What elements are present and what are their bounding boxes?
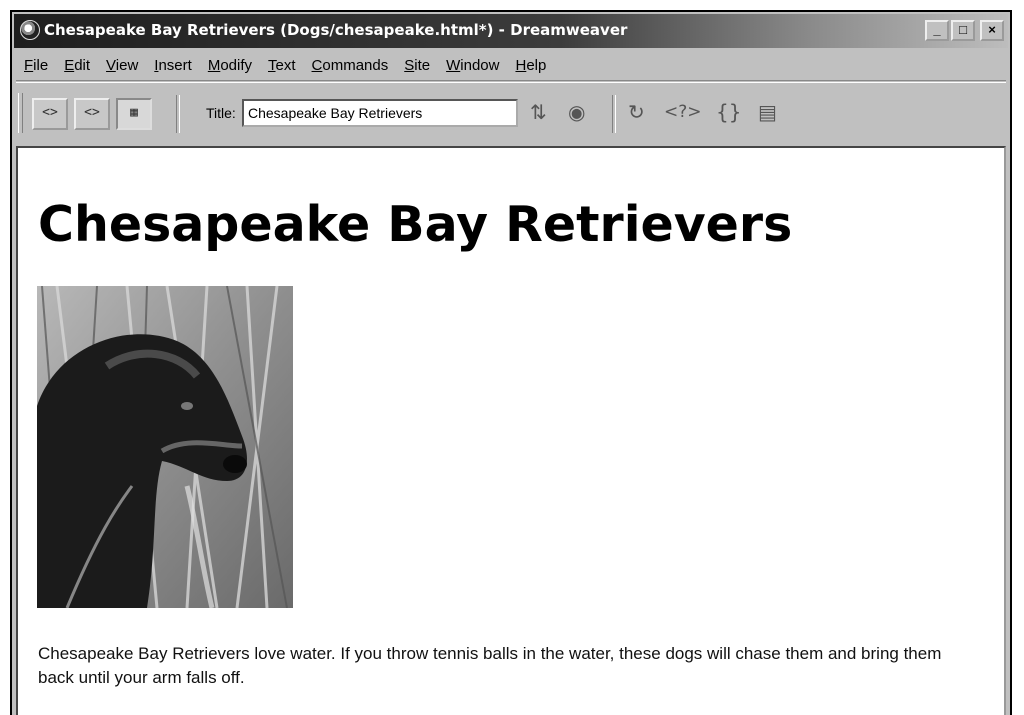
menu-item-help[interactable]: Help xyxy=(507,57,554,74)
menu-label: indow xyxy=(460,56,500,74)
menu-accelerator: M xyxy=(207,56,221,74)
menu-accelerator: C xyxy=(311,56,323,74)
title-label: Title: xyxy=(206,105,236,121)
menu-accelerator: W xyxy=(446,56,461,74)
menu-label: iew xyxy=(115,56,139,74)
toolbar-separator xyxy=(612,95,616,133)
page-paragraph: Chesapeake Bay Retrievers love water. If… xyxy=(38,644,942,687)
close-button[interactable]: × xyxy=(980,20,1004,41)
menu-accelerator: E xyxy=(64,56,75,74)
preview-in-browser-icon[interactable]: ◉ xyxy=(568,101,585,123)
menu-accelerator: F xyxy=(24,56,34,74)
menu-accelerator: S xyxy=(404,56,415,74)
document-toolbar: <> <> ▦ Title: ⇅ ◉ ↻ <?> {} ▤ xyxy=(16,82,1006,143)
menu-label: elp xyxy=(526,56,547,74)
window-controls: _ □ × xyxy=(925,20,1004,41)
page-heading: Chesapeake Bay Retrievers xyxy=(38,196,793,253)
menu-label: ommands xyxy=(322,56,389,74)
title-bar[interactable]: Chesapeake Bay Retrievers (Dogs/chesapea… xyxy=(14,14,1008,48)
dreamweaver-app-icon[interactable] xyxy=(20,20,40,40)
minimize-button[interactable]: _ xyxy=(925,20,949,41)
menu-label: odify xyxy=(220,56,253,74)
document-design-view[interactable]: Chesapeake Bay Retrievers Chesapeake Bay… xyxy=(16,146,1006,715)
menu-item-site[interactable]: Site xyxy=(396,57,438,74)
menu-accelerator: H xyxy=(515,56,527,74)
menu-label: ite xyxy=(414,56,431,74)
menu-accelerator: T xyxy=(268,56,276,74)
menu-item-text[interactable]: Text xyxy=(260,57,304,74)
page-title-input[interactable] xyxy=(242,99,518,127)
menu-label: ext xyxy=(275,56,296,74)
toolbar-separator xyxy=(176,95,180,133)
menu-label: nsert xyxy=(158,56,192,74)
menu-item-window[interactable]: Window xyxy=(438,57,507,74)
code-view-button[interactable]: <> xyxy=(32,98,68,130)
menu-item-commands[interactable]: Commands xyxy=(304,57,397,74)
toolbar-grip[interactable] xyxy=(18,93,23,133)
reference-icon[interactable]: <?> xyxy=(664,101,702,123)
menu-item-insert[interactable]: Insert xyxy=(146,57,200,74)
code-navigation-icon[interactable]: {} xyxy=(716,101,741,123)
menu-item-edit[interactable]: Edit xyxy=(56,57,98,74)
menu-item-view[interactable]: View xyxy=(98,57,146,74)
menu-label: ile xyxy=(33,56,49,74)
dreamweaver-window: Chesapeake Bay Retrievers (Dogs/chesapea… xyxy=(10,10,1012,715)
dog-photo xyxy=(37,286,293,608)
menu-item-modify[interactable]: Modify xyxy=(200,57,260,74)
design-view-button[interactable]: ▦ xyxy=(116,98,152,130)
window-title: Chesapeake Bay Retrievers (Dogs/chesapea… xyxy=(44,21,628,39)
view-options-icon[interactable]: ▤ xyxy=(758,101,777,123)
menu-accelerator: V xyxy=(106,56,116,74)
file-management-icon[interactable]: ⇅ xyxy=(530,101,547,123)
menu-bar: File Edit View Insert Modify Text Commands Site… xyxy=(16,50,1006,81)
refresh-icon[interactable]: ↻ xyxy=(628,101,645,123)
menu-item-file[interactable]: File xyxy=(16,57,56,74)
maximize-button[interactable]: □ xyxy=(951,20,975,41)
menu-label: dit xyxy=(74,56,91,74)
split-view-button[interactable]: <> xyxy=(74,98,110,130)
